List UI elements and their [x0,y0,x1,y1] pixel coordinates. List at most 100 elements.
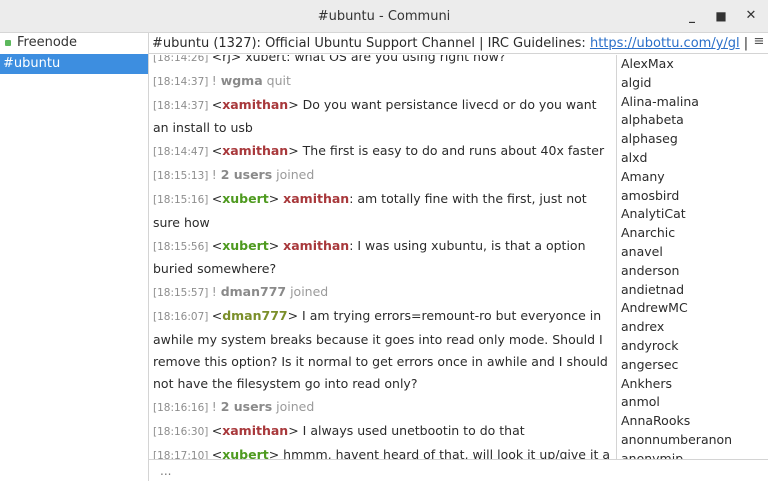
user-list-item[interactable]: alphabeta [617,111,768,130]
message-timestamp: [18:14:37] [153,76,212,88]
network-label: Freenode [17,35,78,50]
message-timestamp: [18:16:30] [153,426,212,439]
message-timestamp: [18:15:56] [153,240,212,253]
message-timestamp: [18:15:13] [153,170,212,183]
window-title: #ubuntu - Communi [317,9,451,24]
message-text: <rj> xubert: what OS are you using right… [211,55,506,64]
channel-item-ubuntu[interactable]: #ubuntu [0,54,148,74]
message-timestamp: [18:17:10] [153,450,212,459]
message-nick[interactable]: xubert [222,447,269,459]
user-list[interactable]: AlexMax algid Alina-malina alphabeta alphase… [616,55,768,459]
topic-link[interactable]: https://ubottu.com/y/gl [590,36,740,51]
user-list-item[interactable]: anonnumberanon [617,431,768,450]
message-row: [18:15:56] <xubert> xamithan: I was usin… [153,235,615,281]
nick-close: > [268,237,284,253]
channel-sidebar: Freenode #ubuntu [0,33,149,481]
message-row: [18:14:47] <xamithan> The first is easy … [153,140,615,164]
title-bar: #ubuntu - Communi _ ■ ✕ [0,0,768,33]
event-nick: wgma [220,73,263,88]
message-row: [18:17:10] <xubert> hmmm, havent heard o… [153,444,615,459]
message-input-bar[interactable]: ... [149,459,768,481]
message-timestamp: [18:16:16] [153,402,212,415]
nick-open: < [211,191,223,207]
user-list-item[interactable]: andietnad [617,281,768,300]
message-row: [18:15:13] ! 2 users joined [153,164,615,188]
user-list-item[interactable]: AnnaRooks [617,412,768,431]
network-item[interactable]: Freenode [0,33,148,53]
message-timestamp: [18:14:47] [153,146,212,159]
message-timestamp: [18:14:37] [153,100,212,112]
nick-open: < [211,447,223,459]
message-nick[interactable]: xubert [222,191,269,206]
nick-open: < [211,237,223,253]
event-text: ! 2 users joined [211,399,315,415]
message-nick[interactable]: dman777 [222,308,287,323]
app-window: #ubuntu - Communi _ ■ ✕ Freenode #ubuntu… [0,0,768,481]
nick-close: > [288,423,303,439]
user-list-item[interactable]: angersec [617,356,768,375]
user-list-item[interactable]: andrex [617,318,768,337]
event-text: ! wgma quit [211,73,291,88]
user-list-item[interactable]: alxd [617,149,768,168]
message-row: [18:16:30] <xamithan> I always used unet… [153,420,615,444]
maximize-button[interactable]: ■ [710,6,732,26]
event-text: ! dman777 joined [211,284,329,300]
message-row: [18:14:37] <xamithan> Do you want persis… [153,94,615,140]
message-row: [18:16:16] ! 2 users joined [153,396,615,420]
event-nick: dman777 [220,284,287,300]
message-row: [18:15:57] ! dman777 joined [153,281,615,305]
message-row: [18:16:07] <dman777> I am trying errors=… [153,305,615,396]
message-list: [18:14:26] <rj> xubert: what OS are you … [153,55,615,459]
nick-open: < [211,308,223,324]
user-list-item[interactable]: AlexMax [617,55,768,74]
user-list-item[interactable]: alphaseg [617,130,768,149]
user-list-item[interactable]: anavel [617,243,768,262]
message-timestamp: [18:14:26] [153,55,212,64]
user-list-item[interactable]: andyrock [617,337,768,356]
message-nick[interactable]: xamithan [222,143,288,158]
user-list-item[interactable]: anderson [617,262,768,281]
nick-open: < [211,423,223,439]
message-row: [18:14:26] <rj> xubert: what OS are you … [153,55,615,70]
message-timestamp: [18:15:57] [153,287,212,300]
user-list-item[interactable]: anonymip [617,450,768,459]
message-text: The first is easy to do and runs about 4… [302,143,605,159]
user-list-item[interactable]: algid [617,74,768,93]
message-mention: xamithan [283,237,350,253]
user-list-items: AlexMax algid Alina-malina alphabeta alphase… [617,55,768,459]
user-list-item[interactable]: AndrewMC [617,299,768,318]
user-list-item[interactable]: Alina-malina [617,93,768,112]
status-dot-icon [5,40,11,46]
nick-close: > [287,308,303,324]
message-nick[interactable]: xubert [222,238,269,253]
user-list-item[interactable]: anmol [617,393,768,412]
message-text: I always used unetbootin to do that [302,423,525,439]
message-input[interactable]: ... [160,460,171,482]
message-nick[interactable]: xamithan [222,97,288,112]
user-list-item[interactable]: Anarchic [617,224,768,243]
message-view[interactable]: [18:14:26] <rj> xubert: what OS are you … [149,55,616,459]
close-button[interactable]: ✕ [740,6,762,26]
user-list-item[interactable]: AnalytiCat [617,205,768,224]
nick-open: < [211,143,223,159]
topic-bar: #ubuntu (1327): Official Ubuntu Support … [149,33,768,54]
hamburger-menu-icon[interactable]: ≡ [752,33,766,51]
message-mention: xamithan [283,191,350,207]
message-nick[interactable]: xamithan [222,423,288,438]
user-list-item[interactable]: amosbird [617,187,768,206]
topic-text: #ubuntu (1327): Official Ubuntu Support … [152,36,590,51]
nick-open: < [211,97,223,112]
user-list-item[interactable]: Amany [617,168,768,187]
nick-close: > [268,191,284,207]
event-nick: 2 users [220,399,273,415]
topic-trailing: | [739,36,749,51]
minimize-button[interactable]: _ [681,6,703,26]
event-text: ! 2 users joined [211,167,315,183]
message-timestamp: [18:15:16] [153,194,212,207]
nick-close: > [288,97,303,112]
user-list-item[interactable]: Ankhers [617,375,768,394]
message-timestamp: [18:16:07] [153,311,212,324]
nick-close: > [288,143,303,159]
event-nick: 2 users [220,167,273,183]
message-row: [18:14:37] ! wgma quit [153,70,615,94]
